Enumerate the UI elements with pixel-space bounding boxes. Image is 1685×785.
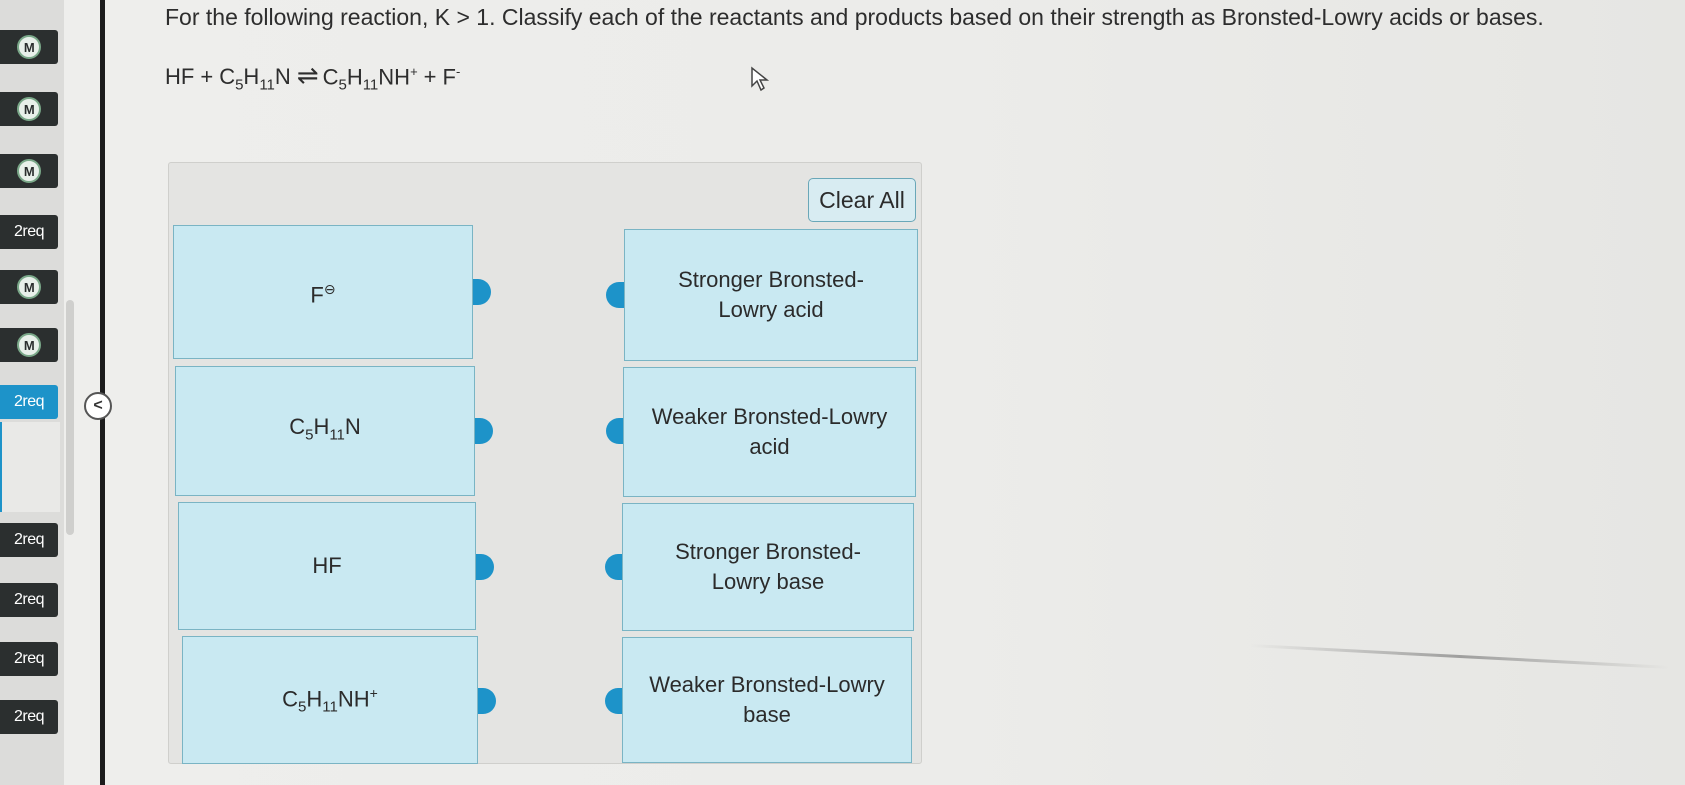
- category-weaker-base[interactable]: Weaker Bronsted-Lowry base: [622, 637, 912, 763]
- question-prompt: For the following reaction, K > 1. Class…: [165, 4, 1544, 30]
- species-card-piperidine[interactable]: C5H11N: [175, 366, 475, 496]
- sidebar-item-1[interactable]: M: [0, 30, 58, 64]
- collapse-sidebar-button[interactable]: <: [84, 392, 112, 420]
- clear-all-button[interactable]: Clear All: [808, 178, 916, 222]
- mastery-badge-icon: M: [17, 333, 41, 357]
- sidebar-item-label: 2req: [13, 591, 45, 608]
- sidebar-item-5[interactable]: M: [0, 270, 58, 304]
- eq-plus: +: [200, 64, 214, 89]
- sidebar-item-7-active[interactable]: 2req: [0, 385, 58, 419]
- sidebar-item-11[interactable]: 2req: [0, 700, 58, 734]
- sidebar-item-label: 2req: [13, 650, 45, 667]
- sidebar-item-9[interactable]: 2req: [0, 583, 58, 617]
- category-stronger-base[interactable]: Stronger Bronsted- Lowry base: [622, 503, 914, 631]
- category-weaker-acid[interactable]: Weaker Bronsted-Lowry acid: [623, 367, 916, 497]
- sidebar-item-label: 2req: [13, 223, 45, 240]
- sidebar-scrollbar[interactable]: [66, 300, 74, 535]
- sidebar-item-3[interactable]: M: [0, 154, 58, 188]
- mouse-pointer-icon: [751, 66, 770, 92]
- sidebar-item-6[interactable]: M: [0, 328, 58, 362]
- sidebar-item-label: 2req: [13, 393, 45, 410]
- eq-ammonium: C5H11NH+: [322, 63, 418, 94]
- sidebar-item-label: 2req: [13, 708, 45, 725]
- active-item-panel: [0, 422, 60, 512]
- sidebar-item-10[interactable]: 2req: [0, 642, 58, 676]
- screen-glare: [1250, 644, 1670, 669]
- sidebar-item-8[interactable]: 2req: [0, 523, 58, 557]
- mastery-badge-icon: M: [17, 97, 41, 121]
- mastery-badge-icon: M: [17, 35, 41, 59]
- species-card-fluoride[interactable]: F⊖: [173, 225, 473, 359]
- eq-amine: C5H11N: [219, 64, 291, 94]
- equilibrium-arrow-icon: ⇌: [296, 60, 319, 90]
- mastery-badge-icon: M: [17, 159, 41, 183]
- species-card-piperidinium[interactable]: C5H11NH+: [182, 636, 478, 764]
- species-card-hf[interactable]: HF: [178, 502, 476, 630]
- reaction-equation: HF + C5H11N ⇌ C5H11NH+ + F-: [165, 60, 460, 93]
- eq-plus: +: [423, 64, 437, 89]
- eq-hf: HF: [165, 64, 195, 89]
- sidebar-item-label: 2req: [13, 531, 45, 548]
- mastery-badge-icon: M: [17, 275, 41, 299]
- category-stronger-acid[interactable]: Stronger Bronsted- Lowry acid: [624, 229, 918, 361]
- eq-fluoride: F-: [442, 63, 461, 89]
- sidebar-item-4[interactable]: 2req: [0, 215, 58, 249]
- sidebar-item-2[interactable]: M: [0, 92, 58, 126]
